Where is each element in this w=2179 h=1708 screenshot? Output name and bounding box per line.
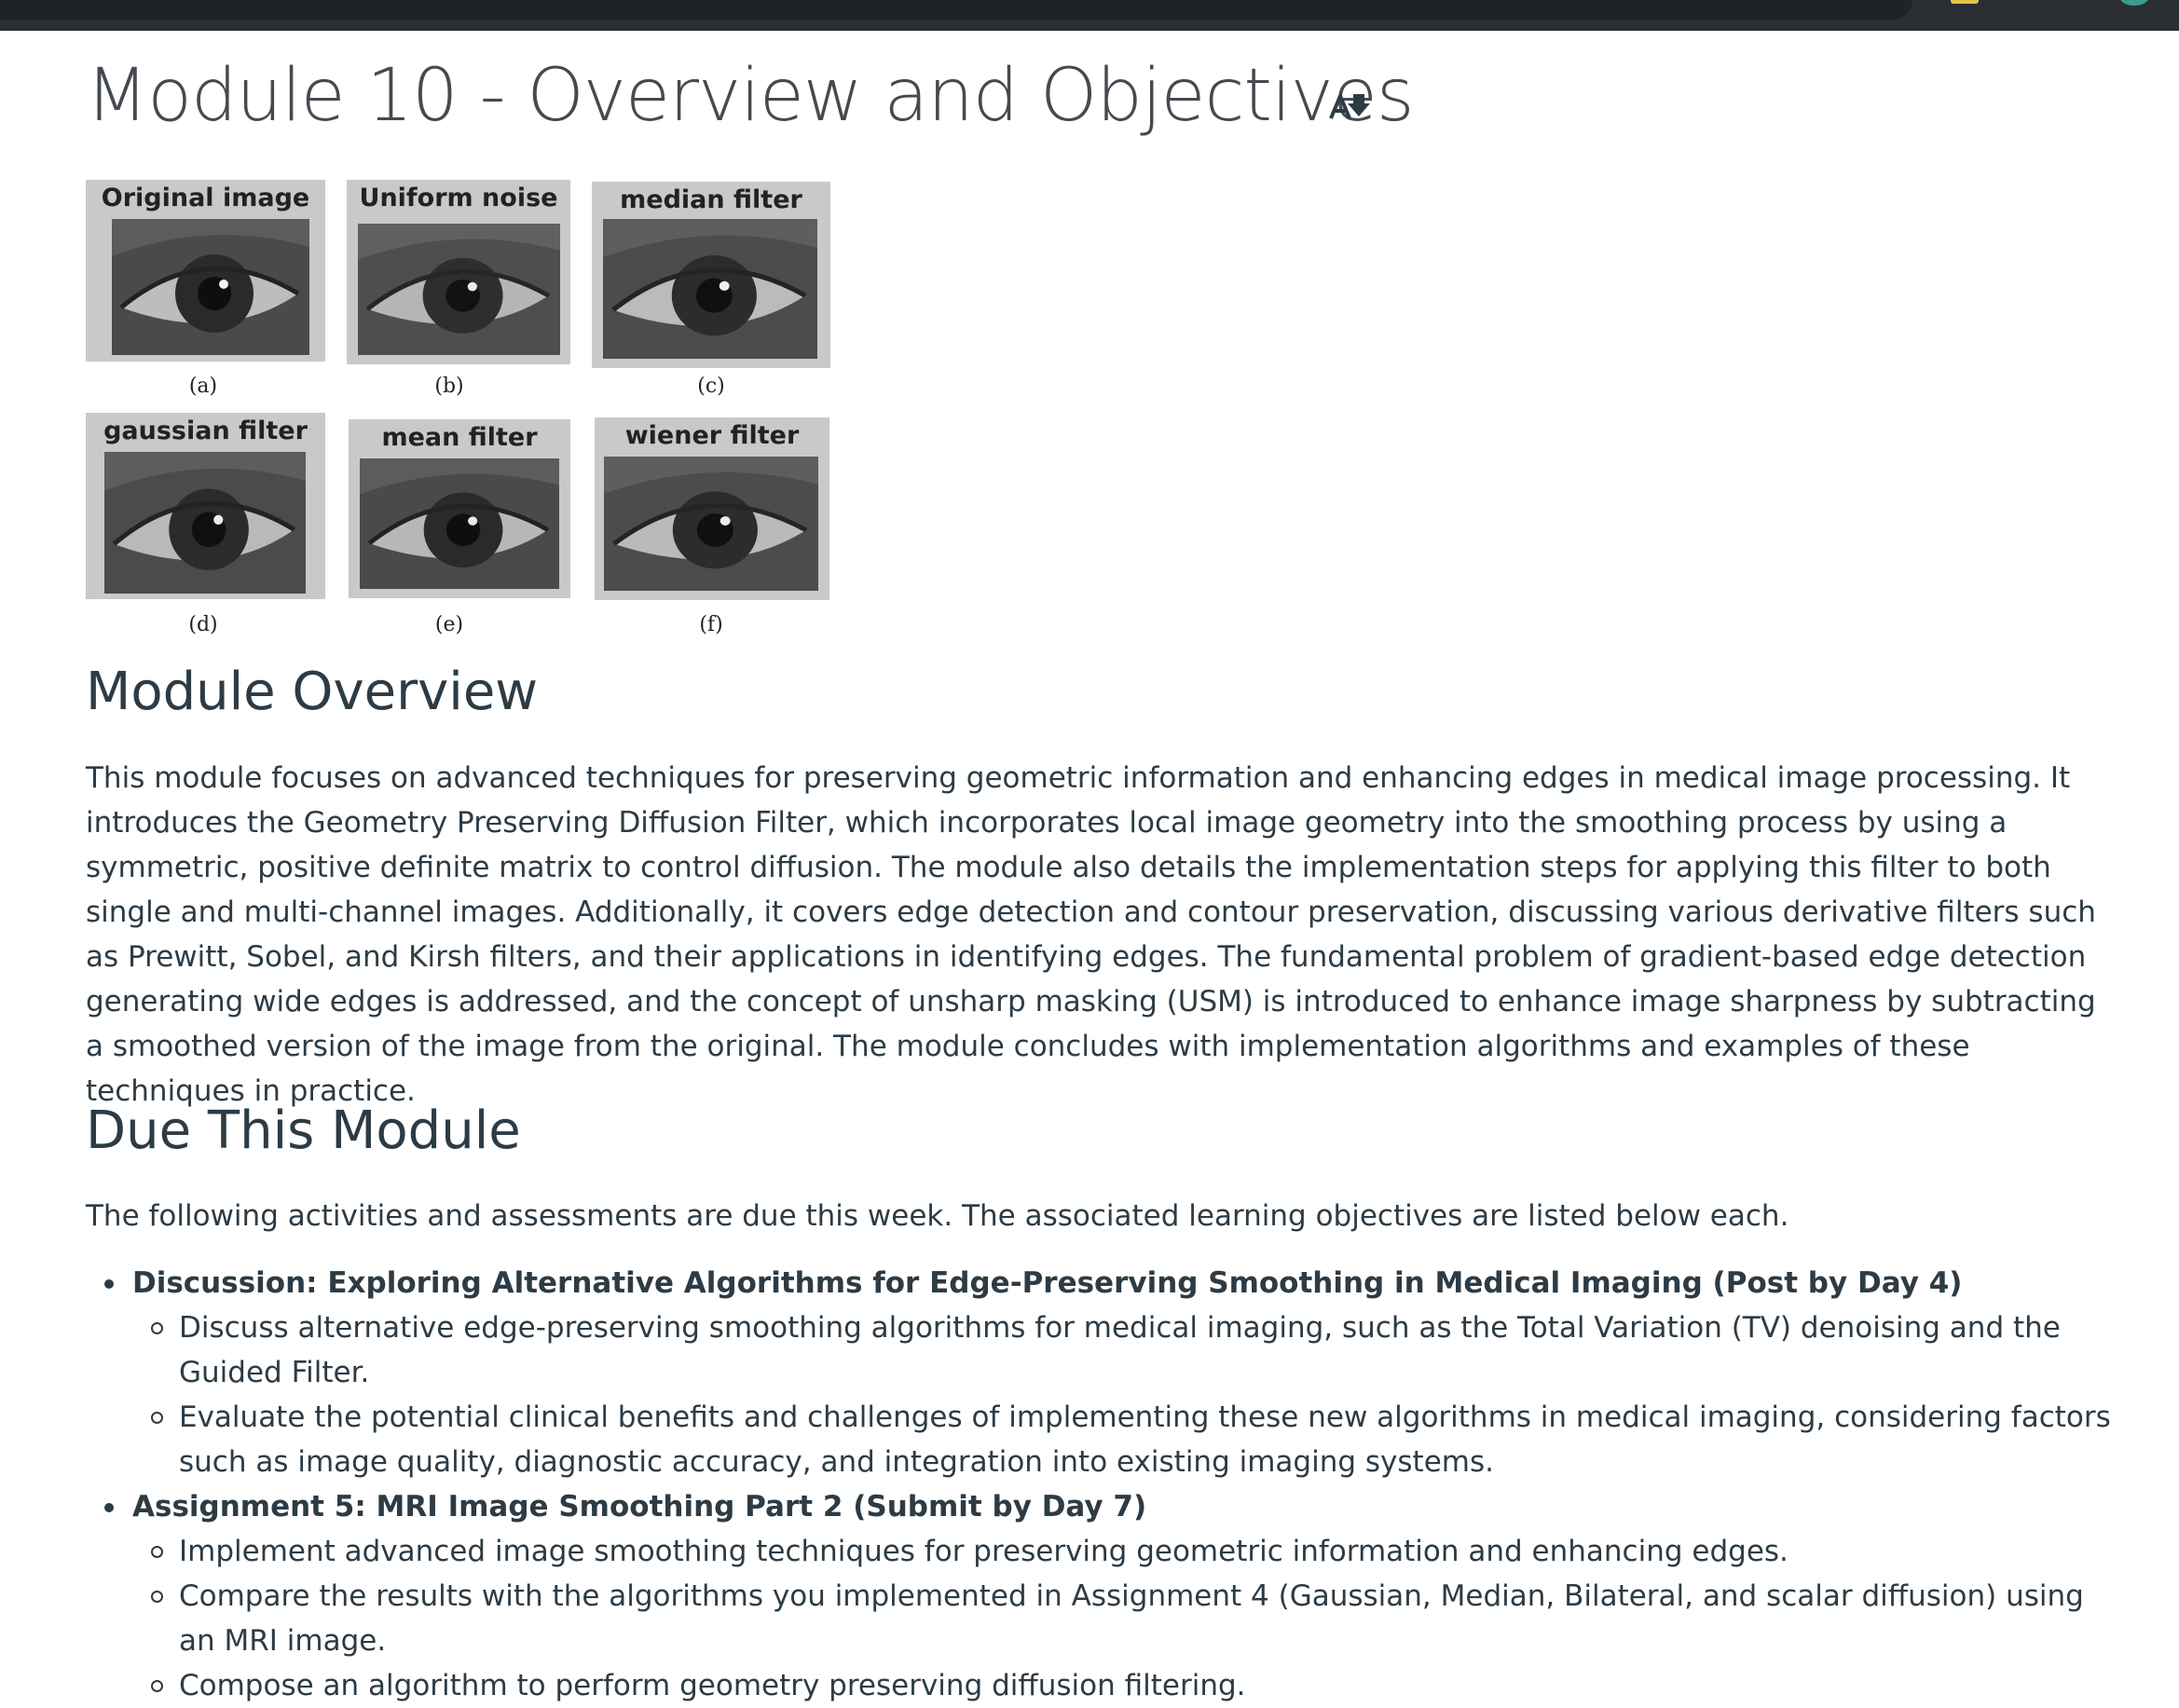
eye-image [112,219,309,355]
objective-item: Compose an algorithm to perform geometry… [132,1663,2117,1708]
figure-panel-uniform-noise: Uniform noise [347,180,570,364]
figure-panel-wiener-filter: wiener filter [595,417,829,600]
eye-image [104,452,306,594]
due-items-list: Discussion: Exploring Alternative Algori… [86,1261,2117,1708]
due-item-title: Assignment 5: MRI Image Smoothing Part 2… [132,1490,1147,1524]
circle-bullet-icon [151,1591,163,1603]
panel-label: Uniform noise [359,184,558,212]
browser-toolbar-strip [0,0,1912,20]
panel-caption: (f) [699,613,723,636]
objective-item: Discuss alternative edge-preserving smoo… [132,1305,2117,1395]
panel-label: median filter [620,185,802,214]
extension-icon[interactable] [1951,0,1979,4]
bullet-icon [104,1279,114,1289]
figure-panel-gaussian-filter: gaussian filter [86,413,325,599]
panel-caption: (c) [697,375,725,398]
panel-caption: (a) [188,375,218,398]
panel-label: Original image [101,184,310,212]
circle-bullet-icon [151,1412,163,1424]
panel-caption: (b) [434,375,464,398]
figure-panel-median-filter: median filter [592,182,830,368]
objectives-list: Implement advanced image smoothing techn… [132,1529,2117,1708]
due-intro-paragraph: The following activities and assessments… [86,1199,1789,1233]
objective-text: Evaluate the potential clinical benefits… [179,1401,2111,1479]
profile-avatar[interactable] [2120,0,2148,6]
objective-item: Compare the results with the algorithms … [132,1574,2117,1663]
bullet-icon [104,1503,114,1512]
due-item-title: Discussion: Exploring Alternative Algori… [132,1266,1963,1300]
panel-label: mean filter [381,423,538,452]
objective-item: Implement advanced image smoothing techn… [132,1529,2117,1574]
section-heading-due: Due This Module [86,1100,521,1161]
circle-bullet-icon [151,1680,163,1692]
filter-comparison-figure: Original image Uniform noise median filt… [86,175,836,643]
circle-bullet-icon [151,1322,163,1334]
objective-item: Evaluate the potential clinical benefits… [132,1395,2117,1484]
eye-image [604,457,818,591]
eye-image [603,219,817,359]
circle-bullet-icon [151,1546,163,1558]
page-title: Module 10 - Overview and Objectives [86,54,1414,138]
panel-caption: (d) [188,613,218,636]
objective-text: Implement advanced image smoothing techn… [179,1535,1788,1568]
browser-top-bar [0,0,2179,31]
panel-label: wiener filter [624,421,800,450]
objectives-list: Discuss alternative edge-preserving smoo… [132,1305,2117,1484]
eye-image [360,458,559,589]
panel-label: gaussian filter [103,417,308,445]
overview-paragraph: This module focuses on advanced techniqu… [86,761,2096,1108]
immersive-reader-icon[interactable] [1327,87,1374,124]
objective-text: Compare the results with the algorithms … [179,1579,2084,1658]
due-item: Discussion: Exploring Alternative Algori… [86,1261,2117,1484]
due-item: Assignment 5: MRI Image Smoothing Part 2… [86,1484,2117,1708]
objective-text: Discuss alternative edge-preserving smoo… [179,1311,2061,1389]
figure-panel-original: Original image [86,180,325,362]
figure-panel-mean-filter: mean filter [349,419,570,598]
objective-text: Compose an algorithm to perform geometry… [179,1669,1246,1702]
eye-image [358,224,560,355]
section-heading-overview: Module Overview [86,662,539,722]
panel-caption: (e) [434,613,464,636]
